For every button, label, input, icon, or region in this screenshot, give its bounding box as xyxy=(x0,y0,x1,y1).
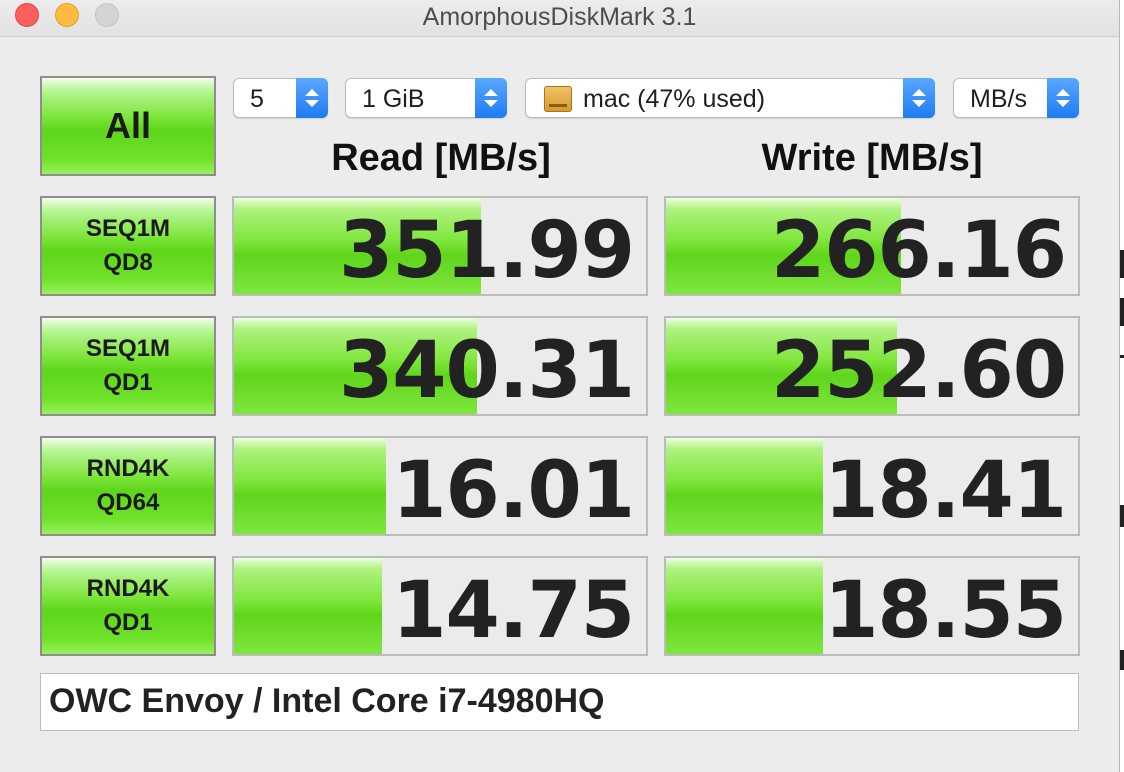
read-header: Read [MB/s] xyxy=(331,137,551,179)
window-title: AmorphousDiskMark 3.1 xyxy=(422,3,697,31)
test-type-label: SEQ1M xyxy=(85,215,171,242)
test-type-label: RND4K xyxy=(86,455,170,482)
chevron-up-icon xyxy=(912,89,926,96)
chevron-up-icon xyxy=(305,89,319,96)
read-bar-fill xyxy=(234,438,387,534)
write-result-rnd4k-qd1: 18.55 xyxy=(664,556,1080,656)
read-value: 351.99 xyxy=(339,206,635,296)
background-window xyxy=(1120,0,1124,772)
comment-field[interactable]: OWC Envoy / Intel Core i7-4980HQ xyxy=(40,673,1079,731)
run-all-button[interactable]: All xyxy=(40,76,216,176)
write-result-seq1m-qd8: 266.16 xyxy=(664,196,1080,296)
read-value: 340.31 xyxy=(339,326,635,416)
test-button-seq1m-qd1[interactable]: SEQ1M QD1 xyxy=(40,316,216,416)
chevron-down-icon xyxy=(484,100,498,107)
drive-select[interactable]: mac (47% used) xyxy=(525,78,935,118)
chevron-up-icon xyxy=(484,89,498,96)
background-text-fragment xyxy=(1120,355,1124,358)
write-bar-fill xyxy=(666,558,823,654)
title-bar[interactable]: AmorphousDiskMark 3.1 xyxy=(0,0,1119,37)
queue-depth-label: QD1 xyxy=(103,369,153,396)
write-value: 18.41 xyxy=(824,446,1067,536)
unit-select[interactable]: MB/s xyxy=(953,78,1079,118)
write-bar-fill xyxy=(666,438,823,534)
chevron-down-icon xyxy=(305,100,319,107)
queue-depth-label: QD64 xyxy=(96,489,160,516)
background-text-fragment xyxy=(1120,505,1124,527)
read-result-seq1m-qd1: 340.31 xyxy=(232,316,648,416)
unit-stepper[interactable] xyxy=(1047,78,1079,118)
read-result-seq1m-qd8: 351.99 xyxy=(232,196,648,296)
queue-depth-label: QD1 xyxy=(103,609,153,636)
write-value: 252.60 xyxy=(771,326,1067,416)
read-bar-fill xyxy=(234,558,383,654)
write-value: 266.16 xyxy=(771,206,1067,296)
test-count-stepper[interactable] xyxy=(296,78,328,118)
chevron-down-icon xyxy=(912,100,926,107)
test-size-stepper[interactable] xyxy=(475,78,507,118)
read-value: 14.75 xyxy=(392,566,635,656)
background-text-fragment xyxy=(1120,298,1124,326)
background-text-fragment xyxy=(1120,250,1124,278)
test-count-select[interactable]: 5 xyxy=(233,78,328,118)
test-type-label: SEQ1M xyxy=(85,335,171,362)
drive-stepper[interactable] xyxy=(903,78,935,118)
hard-disk-icon xyxy=(544,86,572,112)
read-value: 16.01 xyxy=(392,446,635,536)
read-result-rnd4k-qd64: 16.01 xyxy=(232,436,648,536)
write-result-rnd4k-qd64: 18.41 xyxy=(664,436,1080,536)
write-result-seq1m-qd1: 252.60 xyxy=(664,316,1080,416)
chevron-up-icon xyxy=(1056,89,1070,96)
write-value: 18.55 xyxy=(824,566,1067,656)
chevron-down-icon xyxy=(1056,100,1070,107)
drive-value: mac (47% used) xyxy=(583,85,766,113)
background-text-fragment xyxy=(1120,650,1124,670)
test-size-select[interactable]: 1 GiB xyxy=(345,78,507,118)
unit-value: MB/s xyxy=(970,85,1027,113)
test-count-value: 5 xyxy=(250,85,264,113)
test-size-value: 1 GiB xyxy=(362,85,425,113)
test-type-label: RND4K xyxy=(86,575,170,602)
queue-depth-label: QD8 xyxy=(103,249,153,276)
test-button-rnd4k-qd64[interactable]: RND4K QD64 xyxy=(40,436,216,536)
test-button-rnd4k-qd1[interactable]: RND4K QD1 xyxy=(40,556,216,656)
app-window: AmorphousDiskMark 3.1 All 5 1 GiB mac (4… xyxy=(0,0,1120,772)
write-header: Write [MB/s] xyxy=(761,137,983,179)
read-result-rnd4k-qd1: 14.75 xyxy=(232,556,648,656)
test-button-seq1m-qd8[interactable]: SEQ1M QD8 xyxy=(40,196,216,296)
